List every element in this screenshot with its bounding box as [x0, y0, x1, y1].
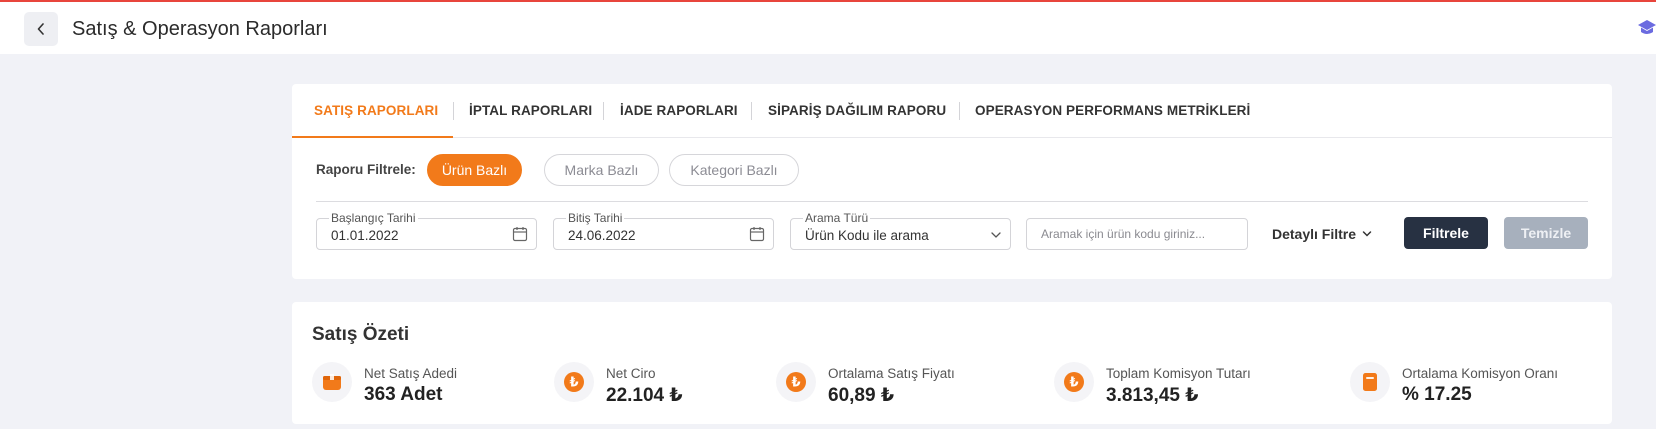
tab-separator	[453, 102, 454, 120]
stat-value: 363 Adet	[364, 384, 443, 405]
lira-coin-icon: ₺	[1054, 362, 1094, 402]
stat-value: % 17.25	[1402, 384, 1472, 405]
clear-button[interactable]: Temizle	[1504, 217, 1588, 249]
svg-text:₺: ₺	[1069, 376, 1078, 391]
start-date-value: 01.01.2022	[331, 228, 399, 243]
end-date-legend: Bitiş Tarihi	[566, 211, 625, 225]
stat-net-revenue: ₺ Net Ciro 22.104 ₺	[554, 360, 754, 406]
start-date-legend: Başlangıç Tarihi	[329, 211, 418, 225]
page-header: Satış & Operasyon Raporları	[0, 2, 1656, 54]
stat-value: 3.813,45 ₺	[1106, 385, 1199, 406]
product-code-search-input[interactable]	[1026, 218, 1248, 250]
chevron-down-icon	[991, 232, 1001, 238]
filter-label: Raporu Filtrele:	[316, 162, 416, 177]
tab-satis-raporlari[interactable]: SATIŞ RAPORLARI	[314, 103, 438, 118]
tab-iade-raporlari[interactable]: İADE RAPORLARI	[620, 103, 738, 118]
chip-kategori-bazli[interactable]: Kategori Bazlı	[669, 154, 799, 186]
back-button[interactable]	[24, 12, 58, 46]
lira-coin-icon: ₺	[554, 362, 594, 402]
summary-title: Satış Özeti	[312, 324, 410, 345]
tab-separator	[751, 102, 752, 120]
stat-net-sales-count: Net Satış Adedi 363 Adet	[312, 360, 512, 405]
active-tab-indicator	[292, 136, 453, 138]
tab-separator	[603, 102, 604, 120]
search-type-legend: Arama Türü	[803, 211, 871, 225]
chevron-down-icon	[1362, 231, 1372, 237]
filter-button[interactable]: Filtrele	[1404, 217, 1488, 249]
stat-label: Ortalama Komisyon Oranı	[1402, 366, 1559, 381]
chip-urun-bazli[interactable]: Ürün Bazlı	[427, 154, 522, 186]
stat-value: 22.104 ₺	[606, 385, 683, 406]
start-date-field[interactable]: Başlangıç Tarihi 01.01.2022	[316, 211, 537, 250]
sales-summary-card: Satış Özeti Net Satış Adedi 363 Adet ₺ N…	[292, 302, 1612, 424]
lira-coin-icon: ₺	[776, 362, 816, 402]
stat-value: 60,89 ₺	[828, 385, 895, 406]
end-date-field[interactable]: Bitiş Tarihi 24.06.2022	[553, 211, 774, 250]
tab-separator	[959, 102, 960, 120]
tab-siparis-dagilim-raporu[interactable]: SİPARİŞ DAĞILIM RAPORU	[768, 103, 946, 118]
stat-label: Net Satış Adedi	[364, 366, 458, 381]
stat-average-sale-price: ₺ Ortalama Satış Fiyatı 60,89 ₺	[776, 360, 1016, 406]
detail-filter-dropdown[interactable]: Detaylı Filtre	[1272, 226, 1372, 242]
filter-divider	[316, 201, 1588, 202]
stat-label: Toplam Komisyon Tutarı	[1106, 366, 1251, 381]
page-title: Satış & Operasyon Raporları	[72, 18, 328, 40]
search-type-value: Ürün Kodu ile arama	[805, 228, 929, 243]
tab-iptal-raporlari[interactable]: İPTAL RAPORLARI	[469, 103, 592, 118]
report-filter-card: SATIŞ RAPORLARI İPTAL RAPORLARI İADE RAP…	[292, 84, 1612, 279]
report-tabs: SATIŞ RAPORLARI İPTAL RAPORLARI İADE RAP…	[292, 84, 1612, 138]
detail-filter-label: Detaylı Filtre	[1272, 226, 1357, 242]
box-icon	[312, 362, 352, 402]
end-date-value: 24.06.2022	[568, 228, 636, 243]
chevron-left-icon	[37, 23, 44, 35]
stat-total-commission: ₺ Toplam Komisyon Tutarı 3.813,45 ₺	[1054, 360, 1314, 406]
document-icon	[1350, 362, 1390, 402]
stat-average-commission-rate: Ortalama Komisyon Oranı % 17.25	[1350, 360, 1610, 405]
graduation-cap-icon[interactable]	[1638, 18, 1656, 38]
chip-marka-bazli[interactable]: Marka Bazlı	[544, 154, 659, 186]
calendar-icon[interactable]	[749, 226, 765, 242]
stat-label: Ortalama Satış Fiyatı	[828, 366, 955, 381]
svg-text:₺: ₺	[569, 376, 578, 391]
search-type-select[interactable]: Arama Türü Ürün Kodu ile arama	[790, 211, 1011, 250]
tab-operasyon-performans[interactable]: OPERASYON PERFORMANS METRİKLERİ	[975, 103, 1250, 118]
stat-label: Net Ciro	[606, 366, 656, 381]
svg-text:₺: ₺	[791, 376, 800, 391]
calendar-icon[interactable]	[512, 226, 528, 242]
